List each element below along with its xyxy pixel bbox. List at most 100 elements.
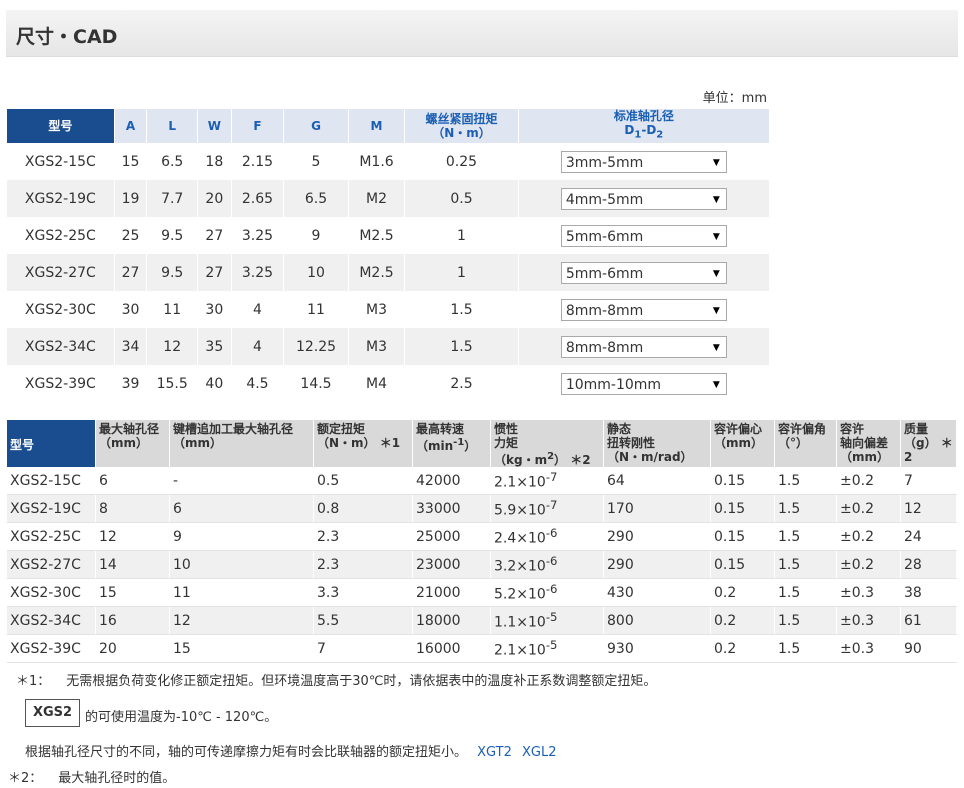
- unit-label: 单位：mm: [702, 91, 767, 106]
- cell-model: XGS2-27C: [7, 254, 115, 291]
- col-w: W: [197, 109, 232, 143]
- table-row: XGS2-34C 16 12 5.5 18000 1.1×10-5 800 0.2 1.5 ±0.…: [7, 606, 957, 635]
- cell-keyway: 11: [169, 578, 314, 607]
- dimensions-table: 型号 A L W F G M 螺丝紧固扭矩 （N・m） 标准轴孔径 D1-D2 …: [7, 109, 771, 402]
- cell-speed: 21000: [412, 578, 491, 607]
- cell-ang: 1.5: [774, 634, 837, 663]
- cell-max-bore: 16: [95, 606, 170, 635]
- col2-keyway: 键槽追加工最大轴孔径 （mm）: [169, 420, 314, 467]
- col2-max-bore: 最大轴孔径 （mm）: [95, 420, 170, 467]
- cell-ecc: 0.15: [710, 494, 775, 523]
- dropdown-arrow-icon: ▼: [712, 194, 720, 205]
- cell-f: 3.25: [231, 217, 285, 254]
- cell-model: XGS2-34C: [7, 328, 115, 365]
- cell-l: 15.5: [146, 365, 198, 402]
- dropdown-arrow-icon: ▼: [712, 379, 720, 390]
- link-xgt2[interactable]: XGT2: [477, 745, 512, 760]
- cell-ecc: 0.2: [710, 578, 775, 607]
- col-f: F: [231, 109, 285, 143]
- cell-g: 5: [283, 143, 349, 180]
- cell-a: 30: [114, 291, 148, 328]
- bore-select[interactable]: 10mm-10mm ▼: [560, 372, 727, 395]
- cell-model: XGS2-25C: [7, 522, 96, 551]
- cell-l: 6.5: [146, 143, 198, 180]
- table-row: XGS2-39C 20 15 7 16000 2.1×10-5 930 0.2 1.5 ±0.3 9…: [7, 634, 957, 663]
- cell-inertia: 2.1×10-7: [490, 467, 604, 495]
- bore-select[interactable]: 5mm-6mm ▼: [560, 261, 727, 284]
- cell-torque: 1: [404, 217, 519, 254]
- cell-f: 2.65: [231, 180, 285, 217]
- cell-model: XGS2-15C: [7, 143, 115, 180]
- bore-select[interactable]: 4mm-5mm ▼: [560, 187, 727, 210]
- col-a: A: [114, 109, 148, 143]
- specs-table: 型号 最大轴孔径 （mm） 键槽追加工最大轴孔径 （mm） 额定扭矩 （N・m）…: [7, 420, 957, 663]
- cell-bore: 4mm-5mm ▼: [518, 180, 771, 217]
- cell-l: 7.7: [146, 180, 198, 217]
- cell-max-bore: 8: [95, 494, 170, 523]
- cell-rated: 0.5: [313, 467, 413, 495]
- section-header: 尺寸・CAD: [6, 10, 958, 57]
- note-2: ＊2： 最大轴孔径时的值。: [8, 771, 176, 786]
- dropdown-arrow-icon: ▼: [712, 157, 720, 168]
- cell-ang: 1.5: [774, 522, 837, 551]
- cell-bore: 5mm-6mm ▼: [518, 254, 771, 291]
- xgs2-badge: XGS2: [25, 699, 80, 727]
- cell-speed: 25000: [412, 522, 491, 551]
- bore-select[interactable]: 8mm-8mm ▼: [560, 298, 727, 321]
- cell-model: XGS2-30C: [7, 578, 96, 607]
- cell-model: XGS2-25C: [7, 217, 115, 254]
- cell-g: 11: [283, 291, 349, 328]
- cell-l: 9.5: [146, 217, 198, 254]
- cell-rated: 7: [313, 634, 413, 663]
- cell-a: 39: [114, 365, 148, 402]
- cell-speed: 23000: [412, 550, 491, 579]
- cell-model: XGS2-15C: [7, 467, 96, 495]
- cell-w: 35: [197, 328, 232, 365]
- cell-inertia: 5.2×10-6: [490, 578, 604, 607]
- cell-a: 15: [114, 143, 148, 180]
- link-xgl2[interactable]: XGL2: [522, 745, 557, 760]
- cell-speed: 18000: [412, 606, 491, 635]
- col2-eccentricity: 容许偏心 （mm）: [710, 420, 775, 467]
- bore-select-value: 3mm-5mm: [565, 154, 644, 171]
- cell-g: 12.25: [283, 328, 349, 365]
- table-row: XGS2-30C 15 11 3.3 21000 5.2×10-6 430 0.2 1.5 ±0.…: [7, 578, 957, 607]
- cell-m: M2: [348, 180, 406, 217]
- cell-ang: 1.5: [774, 467, 837, 495]
- cell-model: XGS2-19C: [7, 494, 96, 523]
- dropdown-arrow-icon: ▼: [712, 342, 720, 353]
- cell-model: XGS2-19C: [7, 180, 115, 217]
- cell-torque: 1: [404, 254, 519, 291]
- bore-select[interactable]: 5mm-6mm ▼: [560, 224, 727, 247]
- cell-bore: 10mm-10mm ▼: [518, 365, 771, 402]
- col-torque: 螺丝紧固扭矩 （N・m）: [404, 109, 519, 143]
- bore-select[interactable]: 3mm-5mm ▼: [560, 150, 727, 173]
- cell-w: 20: [197, 180, 232, 217]
- cell-rated: 0.8: [313, 494, 413, 523]
- cell-speed: 16000: [412, 634, 491, 663]
- cell-w: 27: [197, 217, 232, 254]
- cell-keyway: -: [169, 467, 314, 495]
- cell-max-bore: 20: [95, 634, 170, 663]
- cell-a: 19: [114, 180, 148, 217]
- cell-m: M3: [348, 291, 406, 328]
- col-bore: 标准轴孔径 D1-D2: [518, 109, 771, 143]
- bore-select-value: 5mm-6mm: [565, 228, 644, 245]
- cell-torque: 1.5: [404, 291, 519, 328]
- bore-select[interactable]: 8mm-8mm ▼: [560, 335, 727, 358]
- cell-stiff: 64: [603, 467, 711, 495]
- cell-max-bore: 6: [95, 467, 170, 495]
- col2-inertia: 惯性 力矩 （kg・m2） ＊2: [490, 420, 604, 467]
- col2-axial: 容许 轴向偏差 （mm）: [836, 420, 901, 467]
- col2-speed: 最高转速 （min-1）: [412, 420, 491, 467]
- note-1: ＊1： 无需根据负荷变化修正额定扭矩。但环境温度高于30℃时，请依据表中的温度补正…: [16, 674, 657, 689]
- table-row: XGS2-15C 6-0.5 42000 2.1×10-7 64 0.15 1.5 ±0.2 7: [7, 467, 957, 495]
- cell-keyway: 6: [169, 494, 314, 523]
- cell-mass: 38: [900, 578, 957, 607]
- cell-model: XGS2-39C: [7, 365, 115, 402]
- cell-m: M4: [348, 365, 406, 402]
- col-model: 型号: [7, 109, 115, 143]
- cell-f: 4: [231, 328, 285, 365]
- cell-max-bore: 15: [95, 578, 170, 607]
- bore-select-value: 10mm-10mm: [565, 376, 662, 393]
